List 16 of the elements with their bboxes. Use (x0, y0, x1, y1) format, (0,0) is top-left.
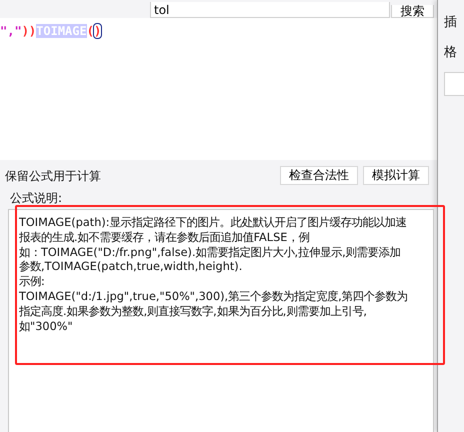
description-line: 参数,TOIMAGE(patch,true,width,height). (19, 260, 244, 276)
description-line: 示例: (19, 275, 46, 290)
description-line: TOIMAGE("d:/1.jpg",true,"50%",300),第三个参数为指定宽度,第四个参数为 (19, 290, 409, 305)
description-label: 公式说明: (10, 191, 62, 205)
description-line: 如：TOIMAGE("D:/fr.png",false).如需要指定图片大小,拉伸显示,则需要添加 (19, 246, 402, 260)
search-field[interactable]: tol (150, 2, 390, 18)
description-line: 如"300%" (19, 320, 74, 334)
description-line: 报表的生成.如不需要缓存，请在参数后面追加值FALSE，例 (19, 230, 310, 246)
keep-formula-label: 保留公式用于计算 (5, 168, 101, 184)
action-button[interactable]: 模拟计算 (363, 166, 429, 185)
side-label: 插 (444, 14, 458, 32)
description-line: TOIMAGE(path):显示指定路径下的图片。此处默认开启了图片缓存功能以加速 (19, 216, 408, 231)
side-label: 格 (444, 44, 458, 62)
search-button[interactable]: 搜索 (391, 5, 434, 18)
description-line: 指定高度.如果参数为整数,则直接写数字,如果为百分比,则需要加上引号, (19, 304, 368, 320)
action-button[interactable]: 检查合法性 (280, 166, 358, 185)
